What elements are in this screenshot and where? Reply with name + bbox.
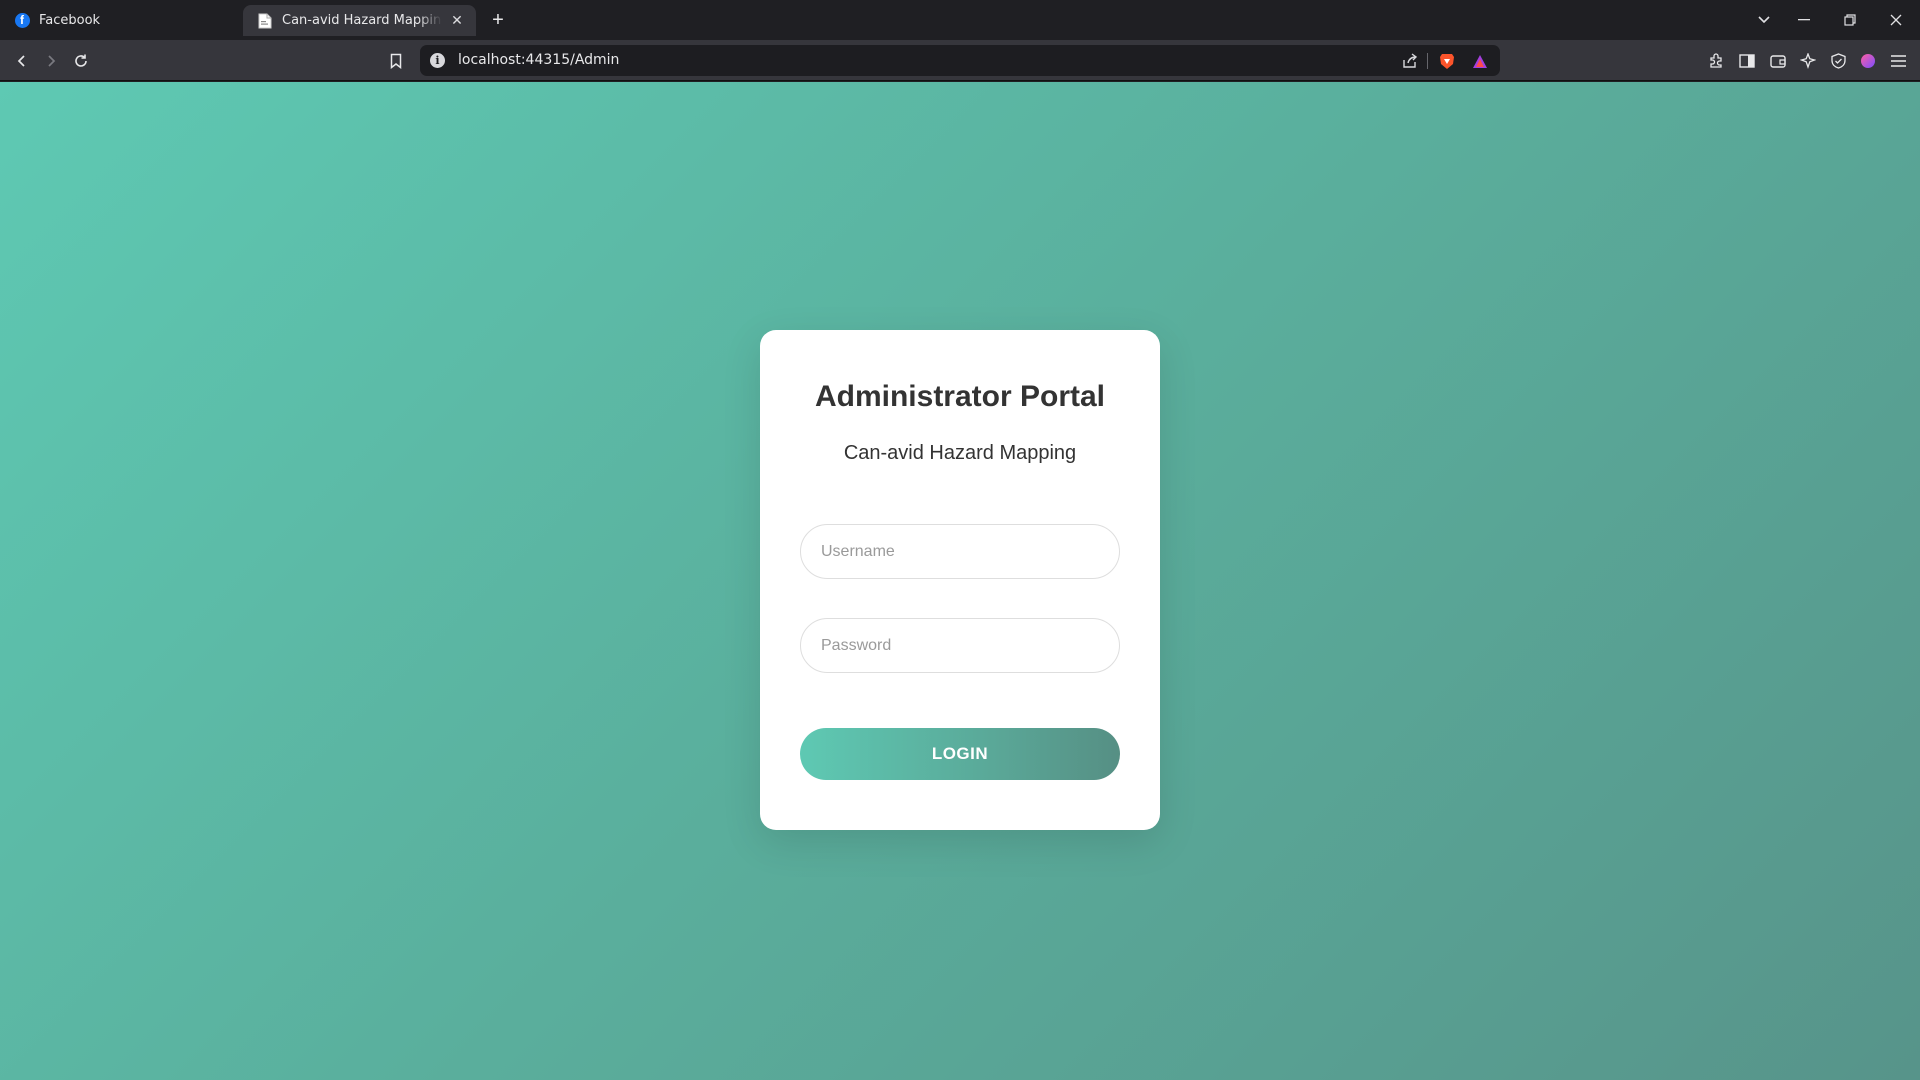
- leo-ai-icon[interactable]: [1795, 48, 1821, 74]
- password-input[interactable]: [800, 618, 1120, 673]
- tab-strip: f Facebook Can-avid Hazard Mapping - Adm…: [0, 0, 1920, 40]
- extensions-icon[interactable]: [1703, 48, 1729, 74]
- profile-avatar-icon[interactable]: [1855, 48, 1881, 74]
- brave-rewards-icon[interactable]: [1469, 50, 1491, 72]
- login-button[interactable]: LOGIN: [800, 728, 1120, 780]
- vpn-shield-icon[interactable]: [1825, 48, 1851, 74]
- address-url[interactable]: localhost:44315/Admin: [458, 45, 619, 76]
- facebook-icon: f: [14, 13, 30, 29]
- page-subtitle: Can-avid Hazard Mapping: [843, 442, 1077, 464]
- share-icon[interactable]: [1399, 50, 1421, 72]
- address-bar[interactable]: i localhost:44315/Admin: [420, 45, 1500, 76]
- tab-title: Facebook: [39, 13, 101, 28]
- page-title: Administrator Portal: [814, 380, 1106, 413]
- login-card: Administrator Portal Can-avid Hazard Map…: [760, 330, 1160, 830]
- bookmark-icon[interactable]: [383, 48, 409, 74]
- menu-icon[interactable]: [1885, 48, 1911, 74]
- tab-search-chevron-icon[interactable]: [1750, 7, 1778, 33]
- page-background: Administrator Portal Can-avid Hazard Map…: [0, 82, 1920, 1080]
- brave-shields-icon[interactable]: [1436, 50, 1458, 72]
- username-input[interactable]: [800, 524, 1120, 579]
- tab-facebook[interactable]: f Facebook: [0, 5, 236, 36]
- site-info-icon[interactable]: i: [430, 53, 445, 68]
- forward-icon[interactable]: [38, 48, 64, 74]
- tab-title: Can-avid Hazard Mapping - Admin: [282, 13, 442, 28]
- back-icon[interactable]: [9, 48, 35, 74]
- restore-icon[interactable]: [1836, 7, 1864, 33]
- document-icon: [257, 13, 273, 29]
- tab-hazard-mapping[interactable]: Can-avid Hazard Mapping - Admin ✕: [243, 5, 476, 36]
- omnibox-divider: [1427, 53, 1428, 69]
- reload-icon[interactable]: [68, 48, 94, 74]
- browser-toolbar: i localhost:44315/Admin: [0, 40, 1920, 81]
- minimize-icon[interactable]: [1790, 7, 1818, 33]
- wallet-icon[interactable]: [1765, 48, 1791, 74]
- sidebar-icon[interactable]: [1734, 48, 1760, 74]
- new-tab-button[interactable]: +: [486, 9, 510, 33]
- close-tab-icon[interactable]: ✕: [448, 12, 466, 30]
- close-window-icon[interactable]: [1882, 7, 1910, 33]
